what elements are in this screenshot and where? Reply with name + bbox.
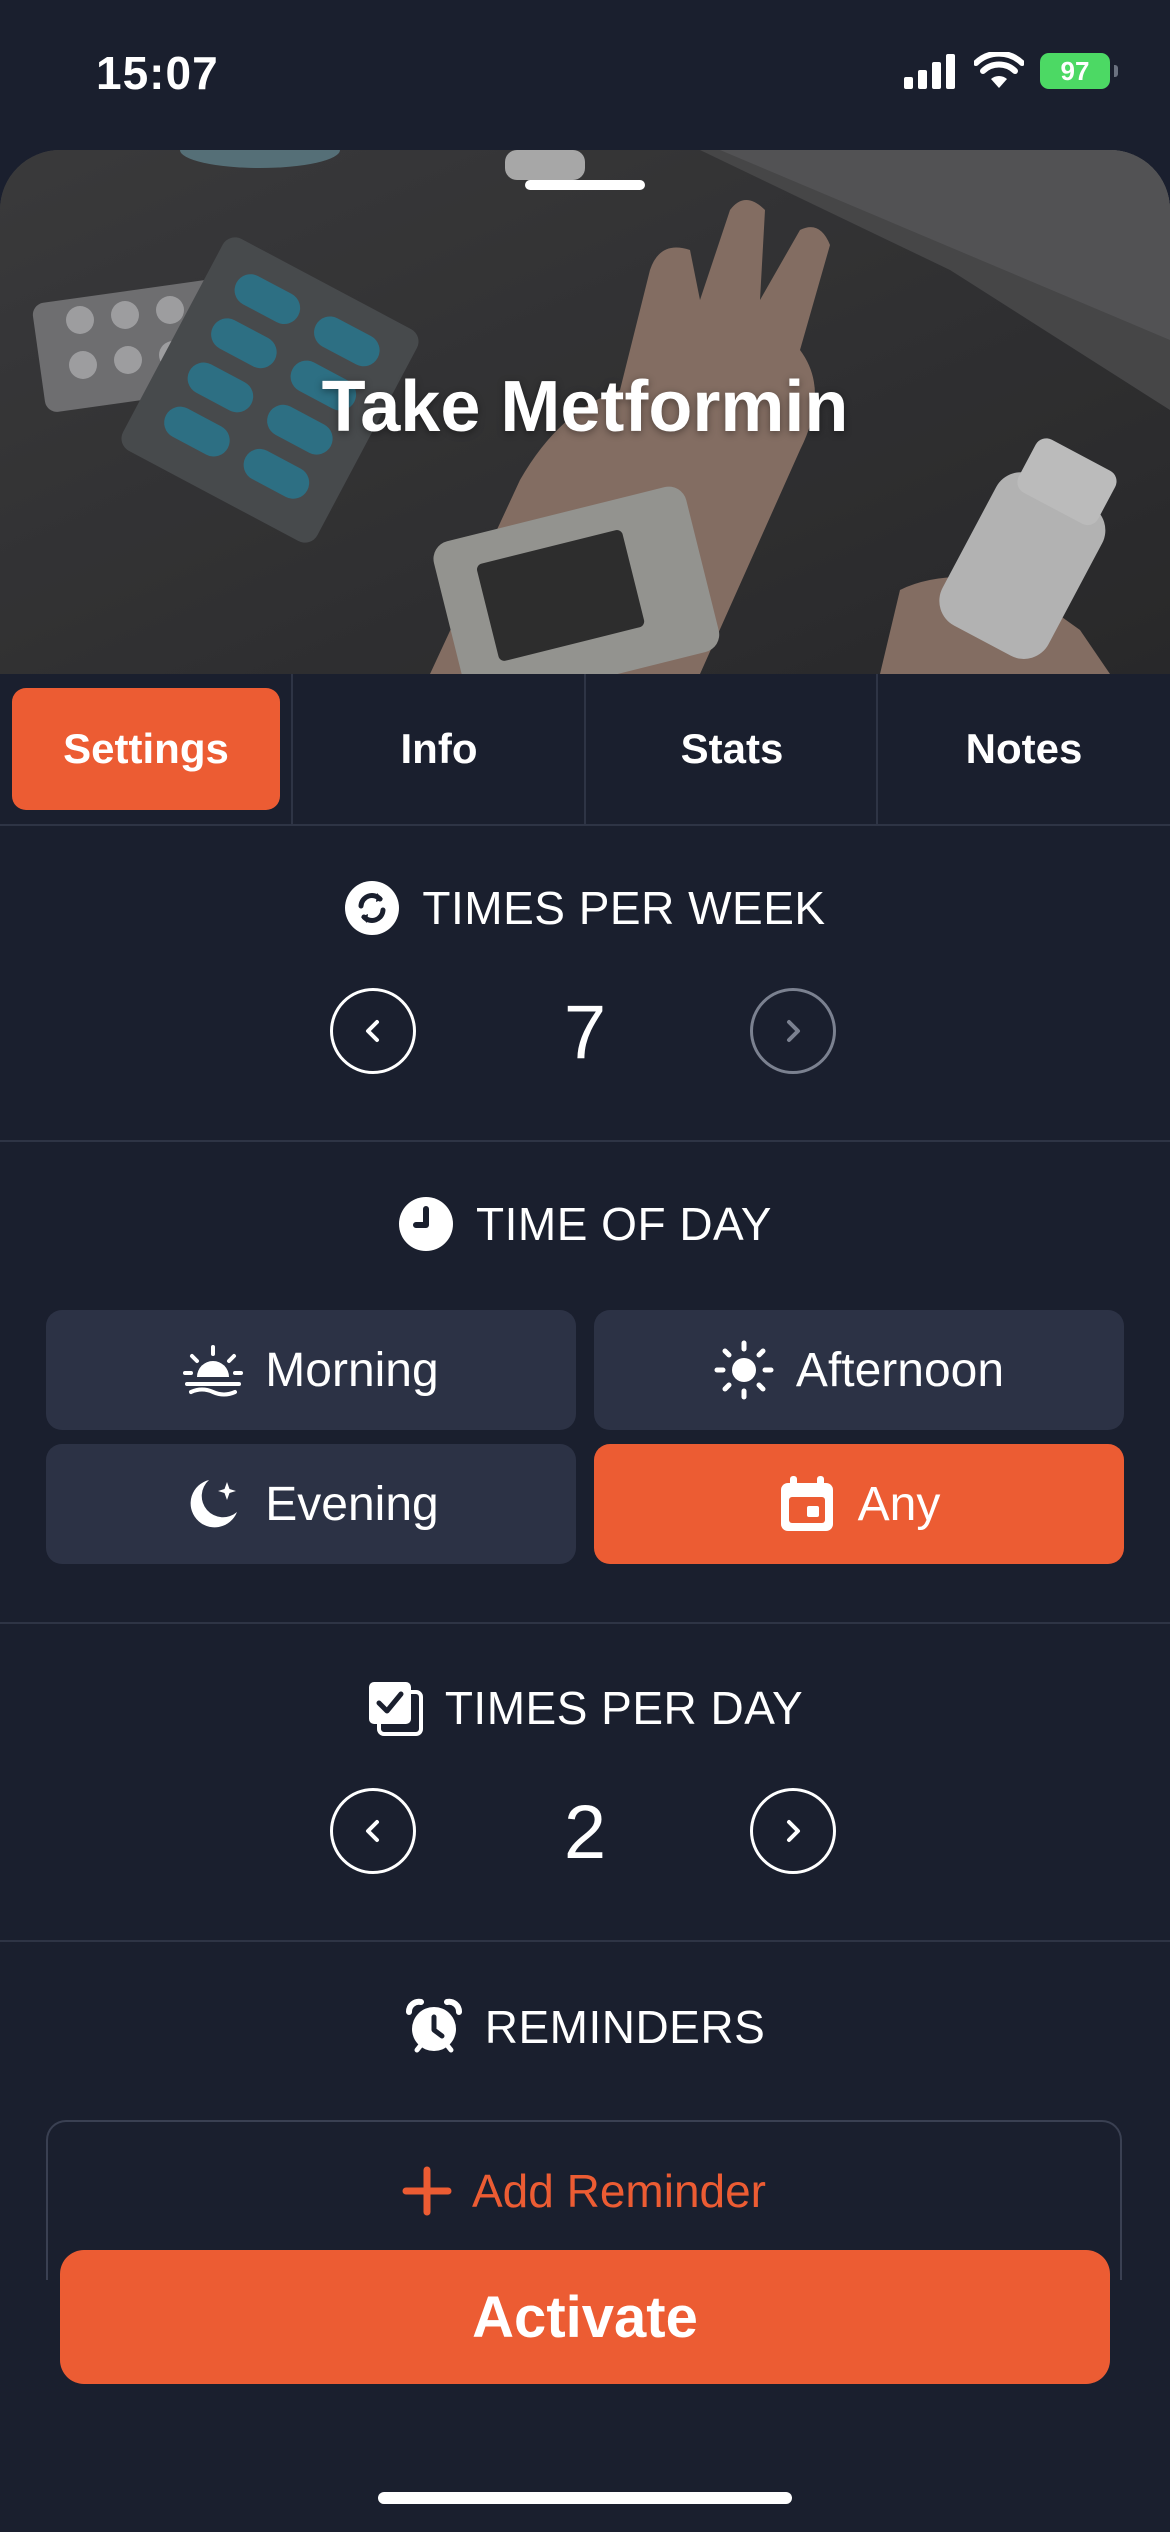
add-reminder-label: Add Reminder bbox=[471, 2165, 767, 2217]
tab-stats[interactable]: Stats bbox=[586, 674, 878, 824]
chevron-left-icon bbox=[366, 1020, 379, 1042]
chevron-right-icon bbox=[787, 1820, 800, 1842]
increment-week-button[interactable] bbox=[750, 988, 836, 1074]
alarm-clock-icon bbox=[405, 1998, 462, 2053]
any-label: Any bbox=[857, 1477, 941, 1531]
tab-settings[interactable]: Settings bbox=[0, 674, 292, 824]
times-per-day-value: 2 bbox=[563, 1790, 607, 1875]
clock-icon bbox=[399, 1197, 453, 1251]
time-of-day-label: TIME OF DAY bbox=[476, 1198, 772, 1250]
chevron-right-icon bbox=[787, 1020, 800, 1042]
afternoon-option[interactable]: Afternoon bbox=[594, 1310, 1124, 1430]
decrement-week-button[interactable] bbox=[330, 988, 416, 1074]
tab-settings-label: Settings bbox=[63, 725, 229, 772]
tab-info-label: Info bbox=[400, 725, 478, 772]
battery-indicator: 97 bbox=[1040, 53, 1118, 89]
plus-icon bbox=[402, 2166, 452, 2216]
section-divider bbox=[0, 1140, 1170, 1142]
sun-icon bbox=[714, 1340, 774, 1400]
tab-notes[interactable]: Notes bbox=[878, 674, 1170, 824]
repeat-icon bbox=[345, 881, 400, 935]
decrement-day-button[interactable] bbox=[330, 1788, 416, 1874]
morning-label: Morning bbox=[265, 1343, 439, 1397]
habit-sheet: Take Metformin Settings Info Stats Notes bbox=[0, 150, 1170, 2532]
times-per-day-stepper: 2 bbox=[0, 1788, 1170, 1884]
chevron-left-icon bbox=[366, 1820, 379, 1842]
times-per-week-heading: TIMES PER WEEK bbox=[0, 880, 1170, 936]
section-divider bbox=[0, 1622, 1170, 1624]
tab-notes-label: Notes bbox=[965, 725, 1083, 772]
habit-title: Take Metformin bbox=[321, 367, 849, 447]
times-per-week-value: 7 bbox=[563, 990, 607, 1075]
times-per-week-stepper: 7 bbox=[0, 988, 1170, 1084]
activate-label: Activate bbox=[472, 2284, 698, 2350]
afternoon-label: Afternoon bbox=[795, 1343, 1005, 1397]
status-time: 15:07 bbox=[96, 47, 219, 99]
reminders-label: REMINDERS bbox=[484, 2001, 766, 2053]
times-per-week-label: TIMES PER WEEK bbox=[422, 882, 826, 934]
any-option[interactable]: Any bbox=[594, 1444, 1124, 1564]
evening-label: Evening bbox=[265, 1477, 439, 1531]
morning-option[interactable]: Morning bbox=[46, 1310, 576, 1430]
sunrise-icon bbox=[183, 1345, 244, 1397]
home-indicator[interactable] bbox=[378, 2492, 792, 2504]
times-per-day-heading: TIMES PER DAY bbox=[0, 1680, 1170, 1736]
activate-button[interactable]: Activate bbox=[60, 2250, 1110, 2384]
battery-level: 97 bbox=[1060, 55, 1090, 86]
times-per-day-label: TIMES PER DAY bbox=[444, 1682, 804, 1734]
checklist-icon bbox=[368, 1682, 423, 1736]
tab-settings-pill: Settings bbox=[12, 688, 280, 810]
evening-option[interactable]: Evening bbox=[46, 1444, 576, 1564]
increment-day-button[interactable] bbox=[750, 1788, 836, 1874]
tab-info[interactable]: Info bbox=[293, 674, 585, 824]
cellular-signal-icon bbox=[904, 54, 955, 89]
moon-icon bbox=[190, 1480, 238, 1528]
sheet-grabber[interactable] bbox=[525, 180, 645, 190]
status-icons: 97 bbox=[904, 52, 1118, 90]
calendar-icon bbox=[780, 1476, 833, 1531]
hero-image: Take Metformin bbox=[0, 150, 1170, 674]
section-divider bbox=[0, 1940, 1170, 1942]
status-bar: 15:07 97 bbox=[0, 0, 1170, 150]
time-of-day-heading: TIME OF DAY bbox=[0, 1196, 1170, 1252]
tab-bar: Settings Info Stats Notes bbox=[0, 674, 1170, 826]
wifi-icon bbox=[974, 52, 1024, 88]
tab-stats-label: Stats bbox=[680, 725, 784, 772]
reminders-heading: REMINDERS bbox=[0, 1998, 1170, 2056]
